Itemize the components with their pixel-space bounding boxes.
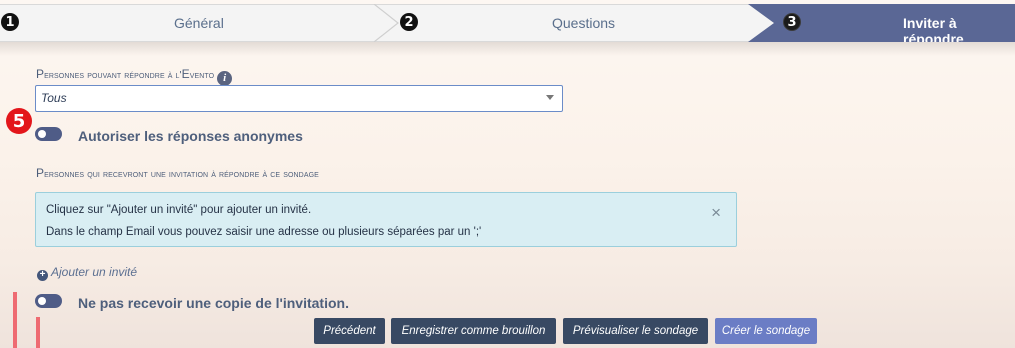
alert-line-1: Cliquez sur "Ajouter un invité" pour ajo… (46, 204, 312, 216)
header-shadow (0, 42, 1015, 56)
close-icon[interactable]: × (711, 204, 721, 221)
step-2-number: 2 (400, 13, 418, 31)
anonymous-toggle-label: Autoriser les réponses anonymes (78, 128, 303, 144)
inner-accent-bar (36, 317, 40, 348)
add-guest-label: Ajouter un invité (51, 265, 138, 279)
info-alert: Cliquez sur "Ajouter un invité" pour ajo… (35, 192, 737, 247)
step-1-number: 1 (1, 13, 19, 31)
respondents-select[interactable]: Tous (35, 85, 563, 112)
create-survey-button[interactable]: Créer le sondage (715, 318, 817, 344)
anonymous-toggle[interactable] (35, 127, 62, 141)
alert-line-2: Dans le champ Email vous pouvez saisir u… (46, 226, 482, 238)
left-accent-bar (13, 292, 17, 348)
save-draft-button[interactable]: Enregistrer comme brouillon (391, 318, 556, 344)
plus-circle-icon: + (37, 269, 48, 281)
caret-down-icon (546, 95, 554, 100)
previous-button[interactable]: Précédent (314, 318, 385, 344)
copy-toggle-label: Ne pas recevoir une copie de l'invitatio… (78, 295, 349, 311)
add-guest-link[interactable]: + Ajouter un invité (37, 265, 137, 281)
step-3-active[interactable]: 3 Inviter à répondre (748, 4, 1015, 42)
info-icon[interactable]: i (217, 70, 233, 86)
copy-toggle[interactable] (35, 294, 62, 308)
invitees-label: Personnes qui recevront une invitation à… (36, 166, 319, 180)
step-3-number: 3 (783, 13, 801, 31)
step-1-label[interactable]: Général (174, 15, 224, 31)
preview-button[interactable]: Prévisualiser le sondage (563, 318, 708, 344)
step-badge: 5 (6, 108, 32, 134)
respondents-select-value: Tous (41, 91, 67, 105)
chevron-right-icon (373, 4, 399, 42)
wizard-steps: 1 Général 2 Questions 3 Inviter à répond… (0, 0, 1015, 46)
step-2-label[interactable]: Questions (552, 15, 615, 31)
respondents-label: Personnes pouvant répondre à l'Evento i (36, 67, 233, 86)
